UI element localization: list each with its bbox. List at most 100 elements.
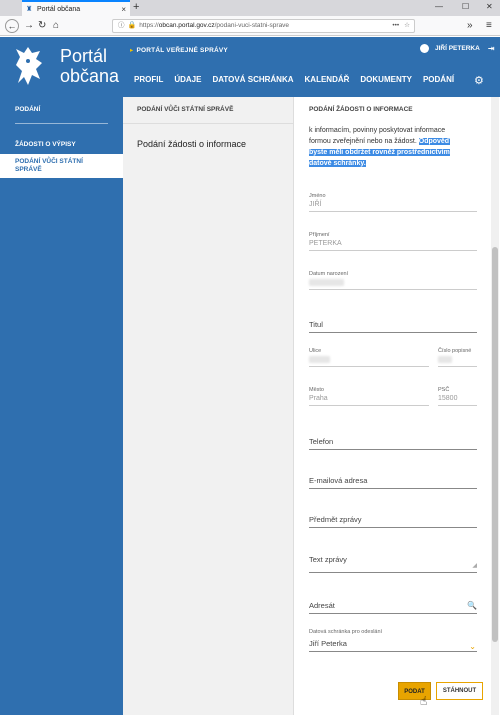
- url-bar[interactable]: ⓘ 🔒 https://obcan.portal.gov.cz/podani-v…: [112, 19, 415, 33]
- site-logo-text[interactable]: Portál občana: [60, 46, 119, 86]
- home-button[interactable]: ⌂: [53, 19, 59, 33]
- minimize-icon[interactable]: —: [435, 2, 443, 11]
- forward-button[interactable]: →: [24, 19, 34, 33]
- settings-gear-icon[interactable]: ⚙: [474, 74, 484, 87]
- field-value-redacted: xxxx: [438, 356, 477, 363]
- page-actions-icon[interactable]: •••: [392, 20, 399, 32]
- ulice-field[interactable]: Ulice xxxxxx: [309, 348, 429, 367]
- field-placeholder: Adresát: [309, 601, 335, 610]
- field-underline: [309, 449, 477, 450]
- main-nav: PROFIL ÚDAJE DATOVÁ SCHRÁNKA KALENDÁŘ DO…: [134, 75, 465, 84]
- field-placeholder: Titul: [309, 320, 323, 329]
- new-tab-button[interactable]: +: [133, 1, 139, 13]
- scrollbar-thumb[interactable]: [492, 247, 498, 642]
- user-menu[interactable]: JIŘÍ PETERKA ⇥: [420, 44, 495, 53]
- search-icon[interactable]: 🔍: [467, 601, 477, 610]
- email-input[interactable]: E-mailová adresa: [309, 476, 477, 489]
- lion-logo-icon[interactable]: [8, 43, 50, 89]
- url-path: /podani-vuci-statni-sprave: [214, 22, 290, 29]
- field-underline: [438, 405, 477, 406]
- arrow-right-icon: ▸: [130, 47, 134, 54]
- sidebar-item-zadosti[interactable]: ŽÁDOSTI O VÝPISY: [15, 141, 76, 148]
- field-underline: [438, 366, 477, 367]
- nav-udaje[interactable]: ÚDAJE: [174, 75, 201, 84]
- nav-datova-schranka[interactable]: DATOVÁ SCHRÁNKA: [212, 75, 293, 84]
- site-header: Portál občana ▸ PORTÁL VEŘEJNÉ SPRÁVY JIŘ…: [0, 37, 500, 97]
- info-line: formou zveřejnění nebo na žádost.: [309, 138, 417, 145]
- telefon-input[interactable]: Telefon: [309, 437, 477, 450]
- list-heading: PODÁNÍ VŮČI STÁTNÍ SPRÁVĚ: [137, 106, 234, 113]
- download-button[interactable]: STÁHNOUT: [436, 682, 483, 700]
- jmeno-field[interactable]: Jméno JIŘÍ: [309, 193, 477, 212]
- field-value: JIŘÍ: [309, 201, 322, 208]
- field-underline: [309, 211, 477, 212]
- divider: [15, 123, 108, 124]
- lock-icon: 🔒: [127, 22, 137, 29]
- menu-icon[interactable]: ≡: [486, 19, 492, 33]
- nav-dokumenty[interactable]: DOKUMENTY: [360, 75, 412, 84]
- datova-schranka-select[interactable]: Datová schránka pro odeslání Jiří Peterk…: [309, 629, 477, 652]
- field-placeholder: E-mailová adresa: [309, 476, 368, 485]
- nav-profil[interactable]: PROFIL: [134, 75, 163, 84]
- info-icon[interactable]: ⓘ: [118, 20, 125, 32]
- browser-navbar: ← → ↻ ⌂ ⓘ 🔒 https://obcan.portal.gov.cz /…: [0, 16, 500, 36]
- cislo-popisne-field[interactable]: Číslo popisné xxxx: [438, 348, 477, 367]
- nav-kalendar[interactable]: KALENDÁŘ: [305, 75, 350, 84]
- scrollbar[interactable]: [491, 97, 499, 715]
- field-underline: [309, 651, 477, 652]
- field-value-redacted: xxxxxx: [309, 356, 429, 363]
- datum-narozeni-field[interactable]: Datum narození xxxxxxxxxx: [309, 271, 477, 290]
- close-window-icon[interactable]: ✕: [486, 2, 493, 11]
- field-placeholder: Předmět zprávy: [309, 515, 362, 524]
- url-prefix: https://: [139, 22, 159, 29]
- logout-icon[interactable]: ⇥: [488, 44, 495, 53]
- url-domain: obcan.portal.gov.cz: [158, 22, 215, 29]
- logo-line2: občana: [60, 66, 120, 86]
- psc-field[interactable]: PSČ 15800: [438, 387, 477, 406]
- favicon-icon: ♜: [26, 5, 33, 13]
- request-form: PODÁNÍ ŽÁDOSTI O INFORMACE k informacím,…: [294, 97, 500, 715]
- info-highlight: byste měli obdržet rovněž prostřednictví…: [309, 149, 450, 156]
- reload-button[interactable]: ↻: [38, 19, 46, 33]
- public-admin-label: PORTÁL VEŘEJNÉ SPRÁVY: [136, 47, 228, 54]
- bookmark-star-icon[interactable]: ☆: [404, 20, 410, 32]
- adresat-input[interactable]: Adresát 🔍: [309, 601, 477, 614]
- prijmeni-field[interactable]: Příjmení PETERKA: [309, 232, 477, 251]
- maximize-icon[interactable]: ☐: [462, 2, 469, 11]
- field-underline: [309, 366, 429, 367]
- field-underline: [309, 289, 477, 290]
- field-label: Datová schránka pro odeslání: [309, 629, 383, 635]
- logo-line1: Portál: [60, 46, 108, 66]
- tab-close-icon[interactable]: ×: [121, 5, 126, 14]
- titul-input[interactable]: Titul: [309, 320, 477, 333]
- field-label: Příjmení: [309, 232, 330, 238]
- field-underline: [309, 488, 477, 489]
- nav-podani[interactable]: PODÁNÍ: [423, 75, 454, 84]
- public-admin-link[interactable]: ▸ PORTÁL VEŘEJNÉ SPRÁVY: [130, 46, 228, 54]
- form-heading: PODÁNÍ ŽÁDOSTI O INFORMACE: [309, 106, 413, 113]
- field-placeholder: Text zprávy: [309, 555, 347, 564]
- mesto-field[interactable]: Město Praha: [309, 387, 429, 406]
- select-value: Jiří Peterka: [309, 639, 347, 648]
- browser-tab[interactable]: ♜ Portál občana ×: [22, 0, 130, 16]
- field-label: Město: [309, 387, 324, 393]
- browser-tabbar: ♜ Portál občana × + — ☐ ✕: [0, 0, 500, 16]
- back-button[interactable]: ←: [5, 19, 19, 33]
- field-value-redacted: xxxxxxxxxx: [309, 279, 477, 286]
- overflow-icon[interactable]: »: [467, 19, 473, 33]
- text-zpravy-textarea[interactable]: Text zprávy ◢: [309, 555, 477, 573]
- avatar: [420, 44, 429, 53]
- sidebar-item-podani-active[interactable]: PODÁNÍ VŮČI STÁTNÍ SPRÁVĚ: [0, 154, 123, 178]
- tab-title: Portál občana: [37, 5, 81, 13]
- resize-handle-icon[interactable]: ◢: [472, 562, 477, 569]
- field-label: Datum narození: [309, 271, 349, 277]
- predmet-input[interactable]: Předmět zprávy: [309, 515, 477, 528]
- chevron-down-icon[interactable]: ⌄: [469, 642, 476, 651]
- info-line: k informacím, povinny poskytovat informa…: [309, 127, 446, 134]
- field-underline: [309, 527, 477, 528]
- info-highlight: Odpověď: [418, 138, 450, 145]
- field-value: Praha: [309, 395, 328, 402]
- list-item-info-request[interactable]: Podání žádosti o informace: [137, 139, 246, 149]
- divider: [123, 123, 293, 124]
- field-value: PETERKA: [309, 240, 342, 247]
